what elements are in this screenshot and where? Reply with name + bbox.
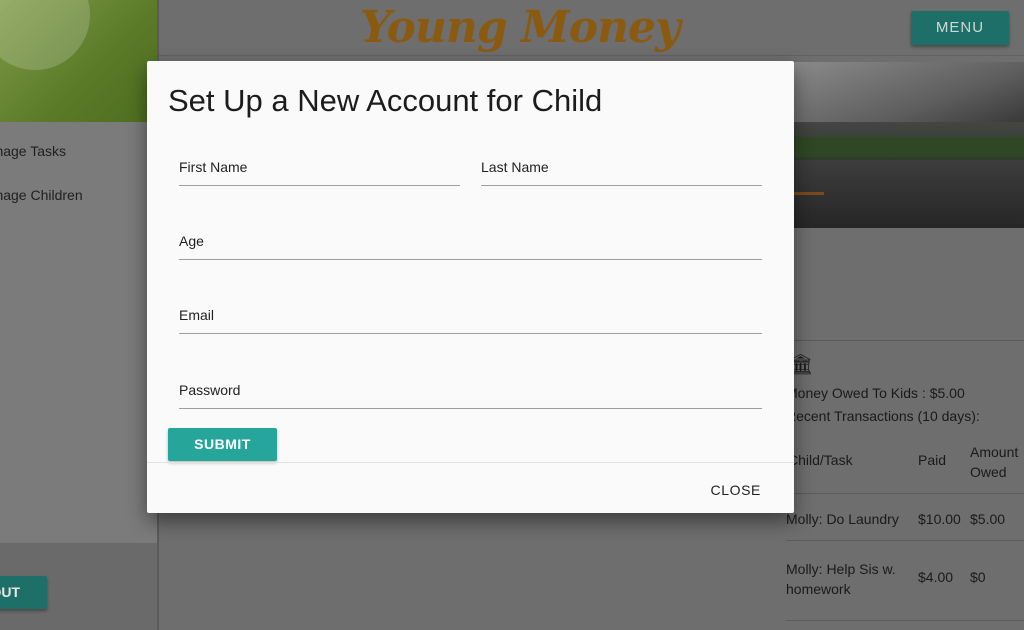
submit-button[interactable]: SUBMIT bbox=[168, 428, 277, 461]
sidebar-header-image bbox=[0, 0, 157, 122]
table-row-owed: $0 bbox=[970, 569, 986, 585]
new-child-account-modal: Set Up a New Account for Child SUBMIT CL… bbox=[147, 61, 794, 513]
sidebar-item-manage-children[interactable]: Manage Children bbox=[0, 187, 157, 203]
banner-image bbox=[794, 62, 1024, 228]
money-owed-text: Money Owed To Kids : $5.00 bbox=[786, 385, 965, 401]
table-divider bbox=[786, 620, 1024, 621]
modal-title: Set Up a New Account for Child bbox=[168, 83, 603, 118]
last-name-input[interactable] bbox=[481, 159, 762, 175]
last-name-field bbox=[481, 153, 762, 186]
close-button[interactable]: CLOSE bbox=[711, 482, 761, 498]
email-input[interactable] bbox=[179, 307, 762, 323]
modal-footer: CLOSE bbox=[147, 462, 794, 514]
menu-button[interactable]: MENU bbox=[911, 11, 1009, 45]
email-field bbox=[179, 301, 762, 334]
section-divider bbox=[794, 340, 1024, 341]
column-header-task: Child/Task bbox=[788, 452, 853, 468]
sidebar-item-label: Manage Children bbox=[0, 187, 83, 203]
sidebar-nav: Manage Tasks Manage Children bbox=[0, 122, 157, 543]
logout-button[interactable]: LOGOUT bbox=[0, 576, 47, 609]
sidebar-item-manage-tasks[interactable]: Manage Tasks bbox=[0, 143, 157, 159]
password-field bbox=[179, 376, 762, 409]
table-row-task: Molly: Help Sis w. homework bbox=[786, 561, 896, 597]
app-logo: Young Money bbox=[360, 2, 681, 53]
table-row-owed: $5.00 bbox=[970, 511, 1006, 527]
sidebar: Manage Tasks Manage Children bbox=[0, 0, 157, 630]
age-input[interactable] bbox=[179, 233, 762, 249]
sidebar-item-label: Manage Tasks bbox=[0, 143, 67, 159]
password-input[interactable] bbox=[179, 382, 762, 398]
table-divider bbox=[786, 540, 1024, 541]
table-row-task: Molly: Do Laundry bbox=[786, 511, 899, 527]
column-header-owed: Amount Owed bbox=[970, 444, 1019, 480]
table-row-paid: $10.00 bbox=[918, 511, 961, 527]
first-name-input[interactable] bbox=[179, 159, 460, 175]
table-divider bbox=[786, 493, 1024, 494]
first-name-field bbox=[179, 153, 460, 186]
table-row-paid: $4.00 bbox=[918, 569, 954, 585]
column-header-paid: Paid bbox=[918, 452, 947, 468]
age-field bbox=[179, 227, 762, 260]
recent-transactions-heading: Recent Transactions (10 days): bbox=[786, 408, 980, 424]
